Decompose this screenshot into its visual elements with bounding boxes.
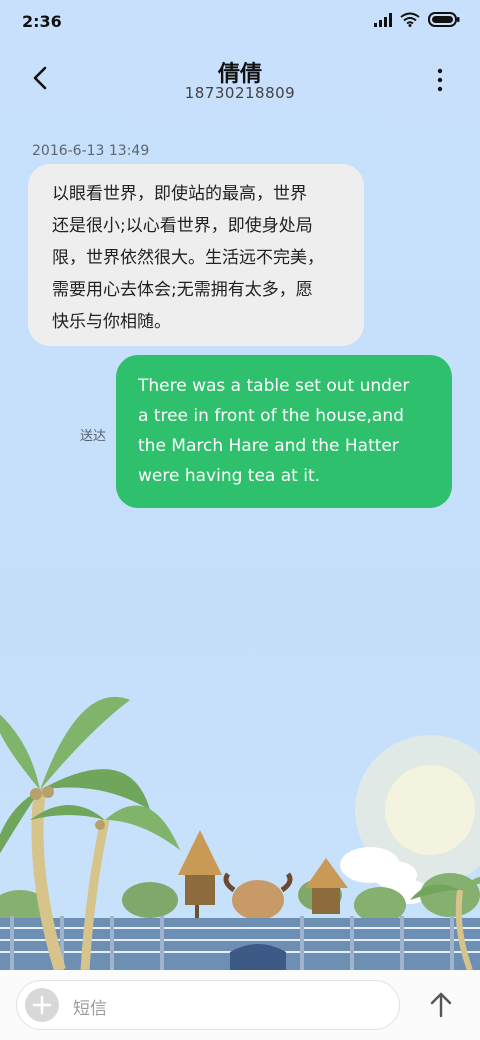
- send-arrow-icon: [430, 992, 452, 1018]
- send-button[interactable]: [424, 988, 458, 1022]
- delivery-status: 送达: [80, 429, 107, 444]
- sent-message-bubble[interactable]: There was a table set out under a tree i…: [116, 355, 452, 508]
- status-time: 2:36: [22, 12, 62, 31]
- battery-icon: [428, 12, 460, 31]
- status-bar: 2:36: [0, 0, 480, 44]
- message-input-placeholder: 短信: [73, 999, 107, 1019]
- conversation-header: 倩倩 18730218809: [0, 52, 480, 112]
- message-input-field[interactable]: 短信: [16, 980, 400, 1030]
- status-icons: [374, 12, 460, 31]
- more-vertical-icon: [437, 68, 443, 92]
- background-illustration: [0, 670, 480, 972]
- received-message-bubble[interactable]: 以眼看世界，即使站的最高，世界 还是很小;以心看世界，即使身处局 限，世界依然很…: [28, 164, 364, 346]
- contact-phone: 18730218809: [184, 84, 296, 102]
- more-options-button[interactable]: [430, 66, 450, 94]
- wifi-icon: [400, 12, 420, 31]
- message-composer: 短信: [0, 970, 480, 1040]
- message-timestamp: 2016-6-13 13:49: [32, 143, 150, 159]
- signal-icon: [374, 12, 392, 31]
- add-attachment-button[interactable]: [25, 988, 59, 1022]
- plus-icon: [32, 995, 52, 1015]
